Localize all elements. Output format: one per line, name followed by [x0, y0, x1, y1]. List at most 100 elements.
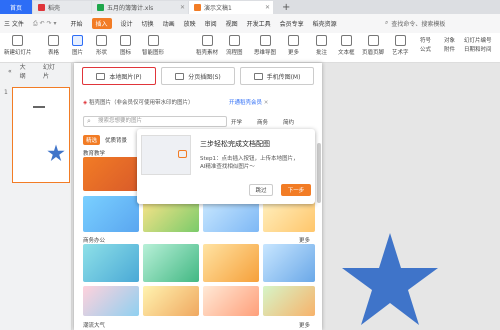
template-image[interactable]: [263, 286, 315, 316]
template-image[interactable]: [83, 286, 139, 316]
textbox-icon: [340, 35, 352, 46]
search-icon: ⌕: [87, 117, 91, 125]
slide-number-button[interactable]: 幻灯片编号: [464, 36, 492, 44]
tab-label: 稻壳: [48, 5, 61, 12]
guide-step-text: Step1：点击插入按钮，上传本地图片，: [200, 156, 299, 162]
label: 本地图片(P): [109, 73, 142, 81]
menu-insert[interactable]: 插入: [91, 18, 112, 29]
textbox-button[interactable]: 文本框: [338, 35, 355, 56]
page-illustration-button[interactable]: 分页插图(S): [161, 67, 235, 85]
attachment-button[interactable]: 附件: [444, 45, 455, 53]
menu-animation[interactable]: 动画: [163, 19, 175, 28]
section-title-trendy: 潮流大气: [83, 323, 106, 329]
header-footer-button[interactable]: 页眉页脚: [362, 35, 384, 56]
tab-spreadsheet[interactable]: 五月的簿簿计.xls ✕: [92, 1, 188, 14]
table-button[interactable]: 表格: [48, 35, 59, 56]
docer-logo-icon: ◈: [83, 100, 88, 106]
link-text: 开通稻壳会员: [229, 100, 263, 106]
art-text-button[interactable]: 艺术字: [392, 35, 409, 56]
flowchart-icon: [228, 35, 240, 46]
object-button[interactable]: 对象: [444, 36, 455, 44]
scrollbar[interactable]: [317, 143, 321, 203]
tab-presentation[interactable]: 演示文稿1 ✕: [189, 1, 273, 14]
more-icon: [288, 35, 299, 46]
tab-slides[interactable]: 幻灯片: [43, 62, 57, 80]
quick-access-icons[interactable]: ⎙ ↶ ↷ ▾: [33, 20, 57, 28]
category-backgrounds[interactable]: 优质背景: [105, 136, 127, 144]
template-image[interactable]: [263, 244, 315, 282]
label: 分页插图(S): [188, 73, 221, 81]
tag-business[interactable]: 商务: [257, 116, 268, 127]
menu-member[interactable]: 会员专享: [280, 19, 304, 28]
tab-outline[interactable]: 大纲: [20, 62, 29, 80]
icon-library-icon: [120, 35, 131, 46]
menu-design[interactable]: 设计: [121, 19, 133, 28]
menu-developer[interactable]: 开发工具: [247, 19, 271, 28]
illustration-icon: [175, 72, 185, 80]
shape-button[interactable]: 形状: [96, 35, 107, 56]
tab-home[interactable]: 首页: [0, 0, 32, 14]
close-icon[interactable]: ✕: [265, 4, 270, 11]
icon-button[interactable]: 图标: [120, 35, 131, 56]
mind-map-button[interactable]: 思维导图: [254, 35, 276, 56]
menu-view[interactable]: 视图: [226, 19, 238, 28]
comment-button[interactable]: 批注: [316, 35, 327, 56]
formula-button[interactable]: 公式: [420, 45, 431, 53]
spreadsheet-icon: [97, 4, 104, 11]
date-time-button[interactable]: 日期和时间: [464, 45, 492, 53]
docer-icon: [38, 4, 45, 11]
menu-review[interactable]: 审阅: [205, 19, 217, 28]
flowchart-button[interactable]: 流程图: [226, 35, 243, 56]
more-link[interactable]: 更多: [299, 236, 310, 244]
label: 批注: [316, 50, 328, 56]
picture-button[interactable]: 图片: [72, 35, 83, 56]
menu-docer-resources[interactable]: 稻壳资源: [313, 19, 337, 28]
label: 思维导图: [254, 50, 277, 56]
shape-icon: [96, 35, 107, 46]
slide-thumbnail[interactable]: [12, 87, 70, 183]
template-image[interactable]: [143, 286, 199, 316]
skip-button[interactable]: 跳过: [249, 184, 273, 196]
tab-docer[interactable]: 稻壳: [33, 1, 91, 14]
open-membership-link[interactable]: 开通稻壳会员 ✕: [229, 98, 268, 106]
template-image[interactable]: [83, 244, 139, 282]
next-step-button[interactable]: 下一步: [281, 184, 311, 196]
menu-start[interactable]: 开始: [71, 19, 83, 28]
symbol-button[interactable]: 符号: [420, 36, 431, 44]
docer-notice: ◈ 稻壳图片（非会员仅可使用带水印的图片） 开通稻壳会员 ✕: [83, 98, 268, 106]
category-bar: 精选 优质背景: [83, 135, 127, 145]
image-search-input[interactable]: 搜索您想要的图片: [83, 116, 227, 127]
label: 文本框: [338, 50, 355, 56]
phone-upload-button[interactable]: 手机传图(M): [240, 67, 314, 85]
menu-file[interactable]: 三 文件: [4, 19, 24, 28]
category-featured[interactable]: 精选: [83, 135, 101, 145]
local-picture-button[interactable]: 本地图片(P): [82, 67, 156, 85]
new-tab-button[interactable]: +: [282, 2, 290, 13]
menu-transition[interactable]: 切换: [142, 19, 154, 28]
close-icon[interactable]: ✕: [180, 4, 185, 11]
star-shape: [47, 144, 65, 162]
presentation-icon: [194, 4, 201, 11]
tag-school[interactable]: 开学: [231, 116, 242, 127]
command-search[interactable]: ⌕ 查找命令、搜索模板: [385, 17, 451, 29]
label: 表格: [48, 50, 60, 56]
table-icon: [48, 35, 59, 46]
template-image[interactable]: [203, 244, 259, 282]
template-image[interactable]: [83, 196, 139, 232]
docer-material-button[interactable]: 稻壳素材: [196, 35, 218, 56]
tag-simple[interactable]: 简约: [283, 116, 294, 127]
more-button[interactable]: 更多: [288, 35, 299, 56]
guide-title: 三步轻松完成文档配图: [200, 140, 270, 148]
menu-slideshow[interactable]: 放映: [184, 19, 196, 28]
template-image[interactable]: [143, 244, 199, 282]
collapse-icon[interactable]: «: [8, 68, 12, 75]
template-image[interactable]: [83, 157, 139, 191]
star-shape[interactable]: [340, 233, 440, 328]
template-image[interactable]: [203, 286, 259, 316]
close-icon[interactable]: ✕: [264, 100, 269, 106]
new-slide-button[interactable]: 新建幻灯片: [4, 35, 32, 56]
more-link[interactable]: 更多: [299, 321, 310, 329]
guide-preview-image: [141, 135, 191, 175]
mind-map-icon: [259, 35, 271, 46]
smart-graphic-button[interactable]: 智能图形: [142, 35, 164, 56]
